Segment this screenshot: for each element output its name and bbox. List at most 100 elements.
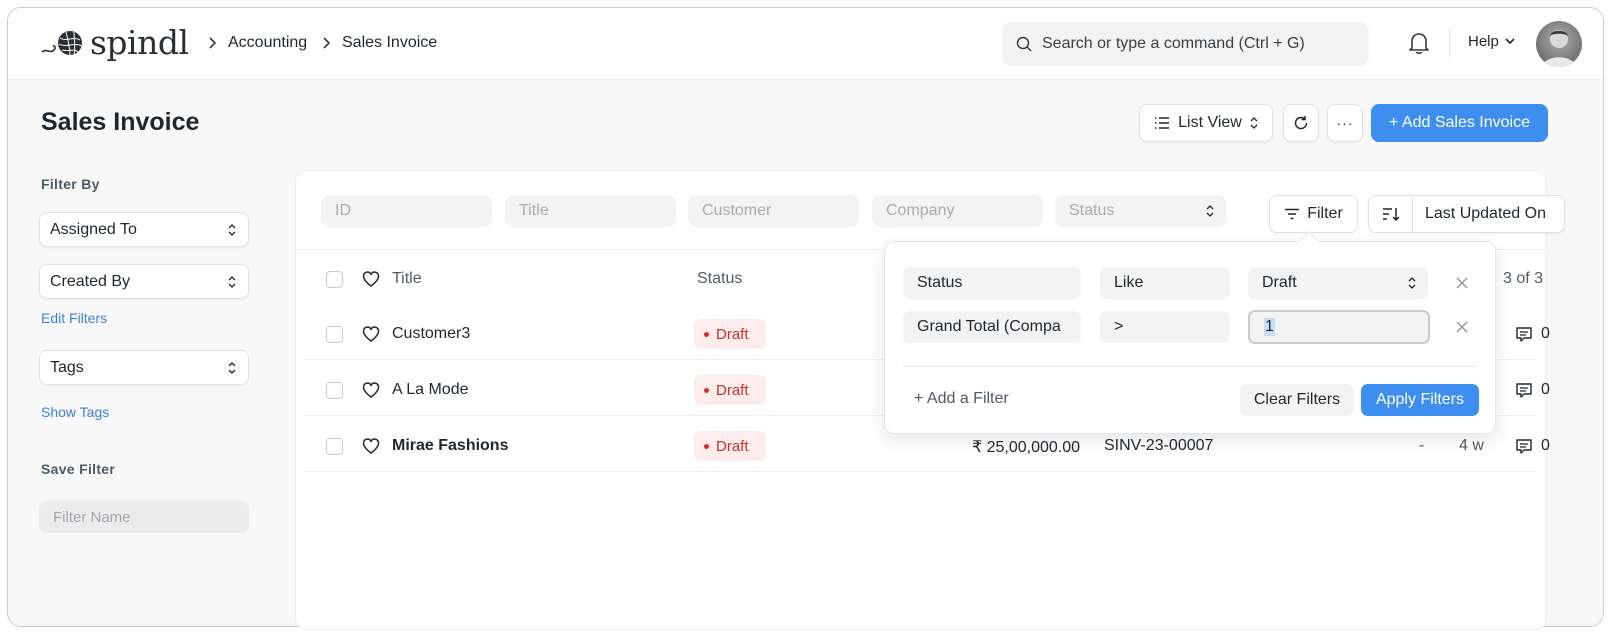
navbar-divider bbox=[1449, 28, 1450, 58]
refresh-button[interactable] bbox=[1283, 104, 1319, 142]
filter-value-input[interactable]: 1 bbox=[1248, 310, 1430, 344]
filter-field-select[interactable]: Status bbox=[903, 267, 1081, 299]
row-divider bbox=[305, 471, 1537, 472]
save-filter-heading: Save Filter bbox=[41, 461, 116, 477]
sort-direction-icon[interactable] bbox=[1369, 196, 1413, 232]
sort-label[interactable]: Last Updated On bbox=[1425, 205, 1546, 223]
search-input[interactable]: Search or type a command (Ctrl + G) bbox=[1002, 22, 1369, 66]
row-title-link[interactable]: A La Mode bbox=[392, 381, 469, 399]
status-badge: Draft bbox=[694, 319, 766, 349]
filter-operator-select[interactable]: > bbox=[1100, 311, 1230, 343]
remove-filter-close-icon[interactable] bbox=[1456, 321, 1468, 333]
filter-value-select[interactable]: Draft bbox=[1248, 267, 1428, 299]
show-tags-link[interactable]: Show Tags bbox=[41, 404, 109, 420]
created-by-select[interactable]: Created By bbox=[39, 264, 249, 299]
refresh-icon bbox=[1293, 115, 1309, 131]
filter-field-select[interactable]: Grand Total (Compa bbox=[903, 311, 1081, 343]
avatar[interactable] bbox=[1536, 21, 1582, 67]
filter-icon bbox=[1284, 208, 1300, 220]
filter-by-heading: Filter By bbox=[41, 176, 100, 192]
filter-operator-select[interactable]: Like bbox=[1100, 267, 1230, 299]
edit-filters-link[interactable]: Edit Filters bbox=[41, 310, 107, 326]
status-dot-icon bbox=[704, 443, 709, 449]
row-title-link[interactable]: Customer3 bbox=[392, 325, 470, 343]
comment-count-value: 0 bbox=[1541, 381, 1550, 398]
remove-filter-close-icon[interactable] bbox=[1456, 277, 1468, 289]
clear-filters-label: Clear Filters bbox=[1253, 391, 1341, 408]
search-icon bbox=[1016, 36, 1032, 52]
notification-bell-icon[interactable] bbox=[1408, 31, 1430, 55]
comment-icon bbox=[1515, 326, 1533, 342]
app-name: spindl bbox=[90, 22, 189, 62]
invoice-id-value: SINV-23-00007 bbox=[1104, 437, 1214, 454]
sort-control[interactable]: Last Updated On bbox=[1368, 195, 1565, 233]
row-checkbox[interactable] bbox=[326, 326, 343, 343]
updown-chevron-icon bbox=[228, 275, 236, 288]
add-sales-invoice-button[interactable]: + Add Sales Invoice bbox=[1371, 104, 1548, 142]
title-filter-input[interactable]: Title bbox=[505, 195, 676, 227]
help-label: Help bbox=[1468, 33, 1499, 50]
comment-count[interactable]: 0 bbox=[1515, 437, 1550, 455]
list-view-label: List View bbox=[1178, 114, 1242, 131]
more-actions-button[interactable]: ··· bbox=[1327, 104, 1363, 142]
tags-label: Tags bbox=[50, 358, 84, 376]
select-all-checkbox[interactable] bbox=[326, 271, 343, 288]
page-title: Sales Invoice bbox=[41, 108, 200, 136]
status-dot-icon bbox=[704, 331, 709, 337]
status-filter-select[interactable]: Status bbox=[1055, 195, 1226, 227]
heart-icon[interactable] bbox=[362, 326, 380, 342]
breadcrumb-item-sales-invoice[interactable]: Sales Invoice bbox=[322, 34, 437, 52]
comment-count[interactable]: 0 bbox=[1515, 381, 1550, 399]
status-dot-icon bbox=[704, 387, 709, 393]
updown-chevron-icon bbox=[1408, 277, 1416, 289]
status-filter-placeholder: Status bbox=[1069, 202, 1115, 219]
modified-age: 4 w bbox=[1459, 437, 1484, 454]
breadcrumb-label[interactable]: Sales Invoice bbox=[342, 34, 437, 52]
company-filter-placeholder: Company bbox=[886, 202, 955, 219]
filter-button[interactable]: Filter bbox=[1269, 195, 1358, 233]
tags-select[interactable]: Tags bbox=[39, 350, 249, 385]
heart-icon[interactable] bbox=[362, 382, 380, 398]
customer-filter-placeholder: Customer bbox=[702, 202, 772, 219]
empty-field-value: - bbox=[1419, 437, 1425, 454]
app-logo[interactable]: spindl bbox=[40, 22, 189, 62]
apply-filters-button[interactable]: Apply Filters bbox=[1361, 384, 1479, 416]
comment-icon bbox=[1515, 438, 1533, 454]
updown-chevron-icon bbox=[228, 223, 236, 236]
company-filter-input[interactable]: Company bbox=[872, 195, 1043, 227]
heart-icon[interactable] bbox=[362, 271, 380, 287]
row-checkbox[interactable] bbox=[326, 382, 343, 399]
id-filter-placeholder: ID bbox=[335, 202, 351, 219]
row-checkbox[interactable] bbox=[326, 438, 343, 455]
yarn-ball-icon bbox=[41, 31, 83, 56]
clear-filters-button[interactable]: Clear Filters bbox=[1240, 384, 1354, 416]
heart-icon[interactable] bbox=[362, 438, 380, 454]
title-column-header[interactable]: Title bbox=[392, 270, 422, 288]
customer-filter-input[interactable]: Customer bbox=[688, 195, 859, 227]
row-title-link[interactable]: Mirae Fashions bbox=[392, 437, 508, 455]
breadcrumb-item-accounting[interactable]: Accounting bbox=[208, 34, 307, 52]
breadcrumb-label[interactable]: Accounting bbox=[228, 34, 307, 52]
filter-operator-value: > bbox=[1114, 318, 1124, 335]
top-navbar: spindl Accounting Sales Invoice Search o… bbox=[8, 8, 1603, 80]
help-dropdown[interactable]: Help bbox=[1468, 33, 1515, 50]
filter-field-value: Status bbox=[917, 274, 963, 291]
chevron-down-icon bbox=[1505, 38, 1515, 45]
filter-button-label: Filter bbox=[1307, 205, 1343, 222]
comment-count-value: 0 bbox=[1541, 437, 1550, 454]
add-filter-button[interactable]: + Add a Filter bbox=[914, 390, 1009, 408]
id-filter-input[interactable]: ID bbox=[321, 195, 492, 227]
comment-icon bbox=[1515, 382, 1533, 398]
list-view-selector[interactable]: List View bbox=[1139, 104, 1273, 142]
filter-name-input[interactable]: Filter Name bbox=[39, 501, 249, 533]
more-icon: ··· bbox=[1336, 115, 1354, 131]
status-column-header[interactable]: Status bbox=[697, 270, 742, 288]
assigned-to-select[interactable]: Assigned To bbox=[39, 212, 249, 247]
status-badge-label: Draft bbox=[716, 325, 749, 343]
comment-count-value: 0 bbox=[1541, 325, 1550, 342]
updown-chevron-icon bbox=[228, 361, 236, 374]
comment-count[interactable]: 0 bbox=[1515, 325, 1550, 343]
chevron-right-icon bbox=[208, 37, 216, 49]
list-icon bbox=[1154, 116, 1170, 130]
status-badge-label: Draft bbox=[716, 381, 749, 399]
